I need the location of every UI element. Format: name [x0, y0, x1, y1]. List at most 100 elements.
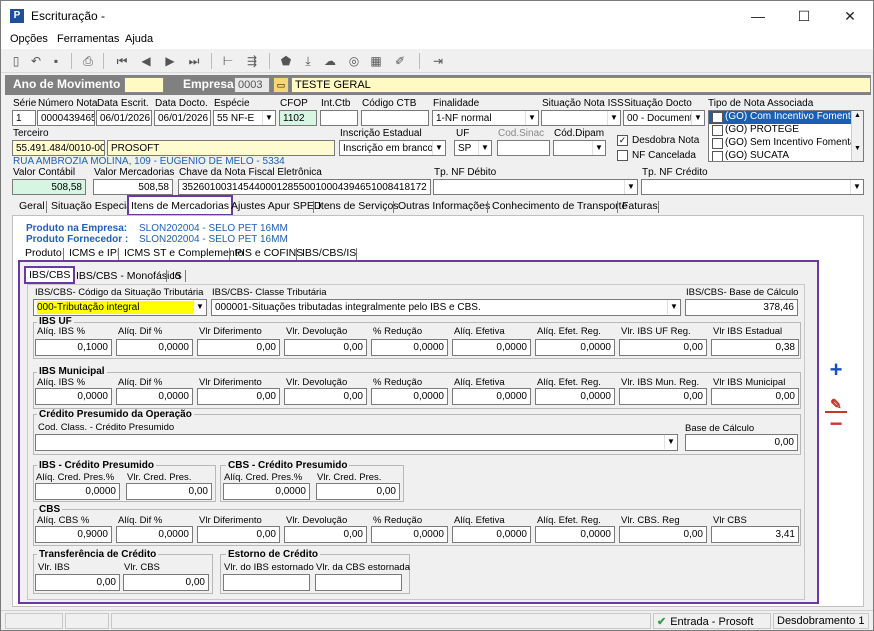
menu-ferramentas[interactable]: Ferramentas	[57, 33, 119, 45]
numero-field[interactable]: 0000439465	[37, 110, 95, 126]
export-icon[interactable]: ⇶	[243, 52, 261, 70]
codctb-field[interactable]	[361, 110, 429, 126]
tab-ajustes-apur-sped[interactable]: Ajustes Apur SPED	[229, 199, 323, 215]
uf-field-7[interactable]: 0,00	[619, 339, 707, 356]
uf-field-6[interactable]: 0,0000	[535, 339, 615, 356]
list-item[interactable]: (GO) SUCATA	[709, 150, 851, 161]
cb-icon[interactable]: ◎	[345, 52, 363, 70]
ibs-cred-vlr-field[interactable]: 0,00	[126, 483, 212, 500]
save-icon[interactable]: ▪	[47, 52, 65, 70]
uf-field-4[interactable]: 0,0000	[371, 339, 448, 356]
list-item[interactable]: (GO) PROTEGE	[709, 124, 851, 137]
cbs-field-7[interactable]: 0,00	[619, 526, 707, 543]
folder-icon[interactable]: ▭	[273, 77, 289, 93]
serie-field[interactable]: 1	[12, 110, 36, 126]
tab-is[interactable]: IS	[170, 269, 184, 285]
terceiro-nome-field[interactable]: PROSOFT	[107, 140, 335, 156]
chave-field[interactable]: 3526010031454400012855001000439465100841…	[178, 179, 431, 195]
intctb-field[interactable]	[320, 110, 358, 126]
ie-select[interactable]: Inscrição em branco ▼	[339, 140, 446, 156]
undo-icon[interactable]: ↶	[27, 52, 45, 70]
cbs-field-0[interactable]: 0,9000	[35, 526, 112, 543]
uf-field-1[interactable]: 0,0000	[116, 339, 193, 356]
cfop-field[interactable]: 1102	[279, 110, 317, 126]
finalidade-select[interactable]: 1-NF normal ▼	[432, 110, 539, 126]
uf-field-2[interactable]: 0,00	[197, 339, 280, 356]
uf-select[interactable]: SP ▼	[454, 140, 492, 156]
tab-faturas[interactable]: Faturas	[620, 199, 660, 215]
scrollbar[interactable]: ▲ ▼	[851, 111, 863, 161]
menu-ajuda[interactable]: Ajuda	[125, 33, 153, 45]
cod-dipam-select[interactable]: ▼	[553, 140, 606, 156]
cloud-icon[interactable]: ☁	[321, 52, 339, 70]
cbs-cred-vlr-field[interactable]: 0,00	[316, 483, 400, 500]
calculator-icon[interactable]: ▦	[367, 52, 385, 70]
tab-outras-informacoes[interactable]: Outras Informações	[396, 199, 492, 215]
cod-class-select[interactable]: ▼	[35, 434, 678, 451]
cbs-field-5[interactable]: 0,0000	[452, 526, 531, 543]
tp-credito-select[interactable]: ▼	[641, 179, 864, 195]
next-record-icon[interactable]: ▶	[161, 52, 179, 70]
cbs-field-3[interactable]: 0,00	[284, 526, 367, 543]
add-icon[interactable]: +	[825, 359, 847, 381]
terceiro-cnpj-field[interactable]: 55.491.484/0010-00	[12, 140, 105, 156]
cbs-field-8[interactable]: 3,41	[711, 526, 799, 543]
uf-field-3[interactable]: 0,00	[284, 339, 367, 356]
tab-itens-servicos[interactable]: Itens de Serviços	[316, 199, 401, 215]
list-item[interactable]: (GO) Sem Incentivo Fomentar/	[709, 137, 862, 150]
empresa-code-field[interactable]: 0003	[234, 77, 270, 93]
tree-icon[interactable]: ⊢	[219, 52, 237, 70]
mun-field-1[interactable]: 0,0000	[116, 388, 193, 405]
tab-conhecimento-transporte[interactable]: Conhecimento de Transporte	[490, 199, 629, 215]
sit-iss-select[interactable]: ▼	[541, 110, 621, 126]
ibs-cred-aliq-field[interactable]: 0,0000	[35, 483, 120, 500]
mun-field-2[interactable]: 0,00	[197, 388, 280, 405]
tab-geral[interactable]: Geral	[17, 199, 47, 215]
valor-contabil-field[interactable]: 508,58	[12, 179, 86, 195]
cbs-field-2[interactable]: 0,00	[197, 526, 280, 543]
cod-sinac-field[interactable]	[497, 140, 550, 156]
checkbox[interactable]	[712, 112, 723, 123]
new-document-icon[interactable]: ▯	[7, 52, 25, 70]
base-calculo-field[interactable]: 378,46	[685, 299, 798, 316]
mun-field-7[interactable]: 0,00	[619, 388, 707, 405]
mun-field-0[interactable]: 0,0000	[35, 388, 112, 405]
menu-opcoes[interactable]: Opções	[10, 33, 48, 45]
download-icon[interactable]: ⤓	[299, 52, 317, 70]
mun-field-4[interactable]: 0,0000	[371, 388, 448, 405]
edit-icon[interactable]: ✐	[391, 52, 409, 70]
tp-debito-select[interactable]: ▼	[433, 179, 638, 195]
exit-icon[interactable]: ⇥	[429, 52, 447, 70]
mun-field-5[interactable]: 0,0000	[452, 388, 531, 405]
tab-ibs-cbs[interactable]: IBS/CBS	[24, 266, 76, 284]
cbs-field-1[interactable]: 0,0000	[116, 526, 193, 543]
minimize-button[interactable]: —	[735, 1, 781, 31]
estorno-cbs-field[interactable]	[315, 574, 402, 591]
uf-field-5[interactable]: 0,0000	[452, 339, 531, 356]
list-item[interactable]: (GO) Com Incentivo Fomentar/	[709, 111, 862, 124]
nf-cancelada-checkbox[interactable]	[617, 150, 628, 161]
valor-merc-field[interactable]: 508,58	[93, 179, 173, 195]
print-preview-icon[interactable]: ⎙	[79, 52, 97, 70]
desdobra-checkbox[interactable]: ✓	[617, 135, 628, 146]
checkbox[interactable]	[712, 138, 723, 149]
checkbox[interactable]	[712, 151, 723, 161]
pin-icon[interactable]: ⬟	[277, 52, 295, 70]
mun-field-3[interactable]: 0,00	[284, 388, 367, 405]
cbs-field-6[interactable]: 0,0000	[535, 526, 615, 543]
first-record-icon[interactable]: ⏮	[113, 52, 131, 70]
transf-cbs-field[interactable]: 0,00	[123, 574, 209, 591]
maximize-button[interactable]: ☐	[781, 1, 827, 31]
especie-select[interactable]: 55 NF-E ▼	[213, 110, 276, 126]
tab-itens-mercadorias[interactable]: Itens de Mercadorias	[127, 195, 234, 216]
credito-base-field[interactable]: 0,00	[685, 434, 798, 451]
sit-docto-select[interactable]: 00 - Document ▼	[623, 110, 705, 126]
data-escrit-field[interactable]: 06/01/2026	[96, 110, 152, 126]
prev-record-icon[interactable]: ◀	[137, 52, 155, 70]
close-button[interactable]: ✕	[827, 1, 873, 31]
last-record-icon[interactable]: ⏭	[185, 52, 203, 70]
mun-field-8[interactable]: 0,00	[711, 388, 799, 405]
class-select[interactable]: 000001-Situações tributadas integralment…	[211, 299, 681, 316]
cbs-cred-aliq-field[interactable]: 0,0000	[223, 483, 310, 500]
tipo-assoc-list[interactable]: (GO) Com Incentivo Fomentar/ (GO) PROTEG…	[708, 110, 864, 162]
